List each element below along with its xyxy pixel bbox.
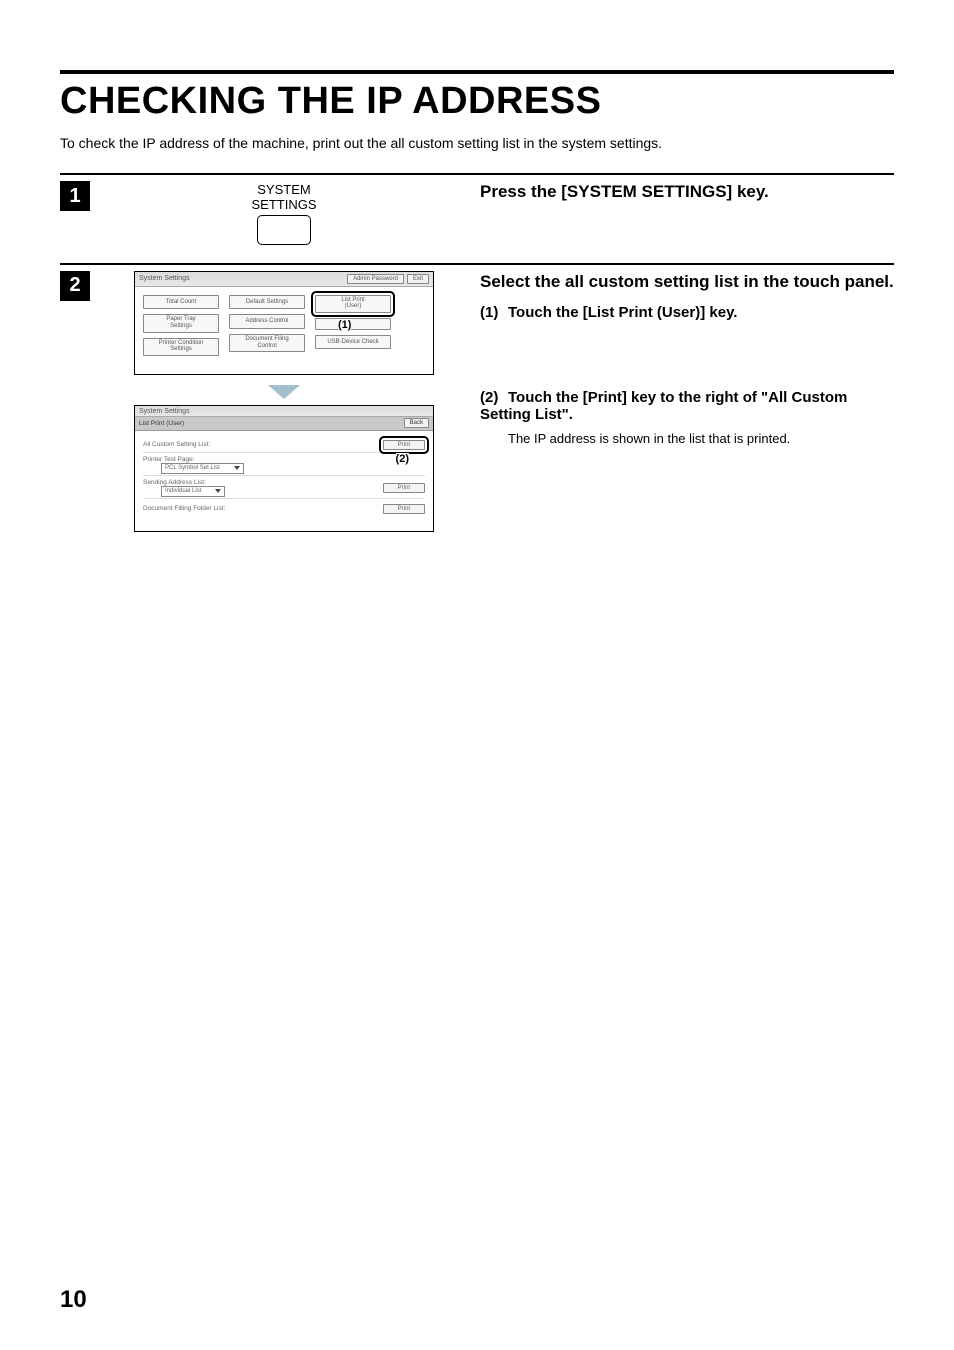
total-count-button[interactable]: Total Count [143,295,219,310]
step2-line1: (1)Touch the [List Print (User)] key. [480,304,894,321]
printer-condition-button[interactable]: Printer ConditionSettings [143,338,219,356]
callout-1: (1) [338,319,351,331]
usb-device-check-button[interactable]: USB-Device Check [315,335,391,350]
print-all-custom-button[interactable]: Print [383,440,425,450]
back-button[interactable]: Back [404,418,429,428]
row-doc-folder-label: Document Filling Folder List: [143,505,225,512]
address-control-button[interactable]: Address Control [229,314,305,329]
step-number-2: 2 [60,271,90,301]
system-settings-physical-key [257,215,311,245]
sending-address-select[interactable]: Individual List [161,486,225,497]
exit-button[interactable]: Exit [407,274,429,284]
down-arrow-icon [268,385,300,399]
panel2-header-title: System Settings [139,408,190,415]
top-rule [60,70,894,74]
fax-data-button[interactable]: Rec (1) ard [315,318,391,330]
admin-password-button[interactable]: Admin Password [347,274,404,284]
page-title: CHECKING THE IP ADDRESS [60,80,894,123]
document-filing-control-button[interactable]: Document FilingControl [229,334,305,352]
panel2-subtitle: List Print (User) [139,420,184,427]
printer-test-select[interactable]: PCL Symbol Set List [161,463,244,474]
step-number-1: 1 [60,181,90,211]
step-2: 2 System Settings Admin Password Exit To… [60,263,894,540]
step2-heading: Select the all custom setting list in th… [480,271,894,294]
row-sending-address-label: Sending Address List: [143,479,206,486]
sys-key-label-1: SYSTEM [257,182,310,197]
row-all-custom-label: All Custom Setting List: [143,441,210,448]
default-settings-button[interactable]: Default Settings [229,295,305,310]
panel1-title: System Settings [139,275,190,282]
touch-panel-system-settings: System Settings Admin Password Exit Tota… [134,271,434,375]
chevron-down-icon [215,489,221,493]
row-printer-test-label: Printer Test Page: [143,456,195,463]
step1-instruction: Press the [SYSTEM SETTINGS] key. [480,181,894,204]
sys-key-label-2: SETTINGS [251,197,316,212]
page-number: 10 [60,1286,87,1314]
print-doc-folder-button[interactable]: Print [383,504,425,514]
chevron-down-icon [234,466,240,470]
paper-tray-settings-button[interactable]: Paper TraySettings [143,314,219,332]
list-print-user-button[interactable]: List Print(User) [315,295,391,313]
step2-line2-desc: The IP address is shown in the list that… [508,431,894,446]
step2-line2: (2)Touch the [Print] key to the right of… [480,389,894,423]
system-settings-key-illustration: SYSTEM SETTINGS [251,183,316,245]
intro-text: To check the IP address of the machine, … [60,135,894,151]
print-sending-address-button[interactable]: Print [383,483,425,493]
callout-2: (2) [396,453,409,465]
step-1: 1 SYSTEM SETTINGS Press the [SYSTEM SETT… [60,173,894,245]
touch-panel-list-print-user: System Settings List Print (User) Back A… [134,405,434,532]
